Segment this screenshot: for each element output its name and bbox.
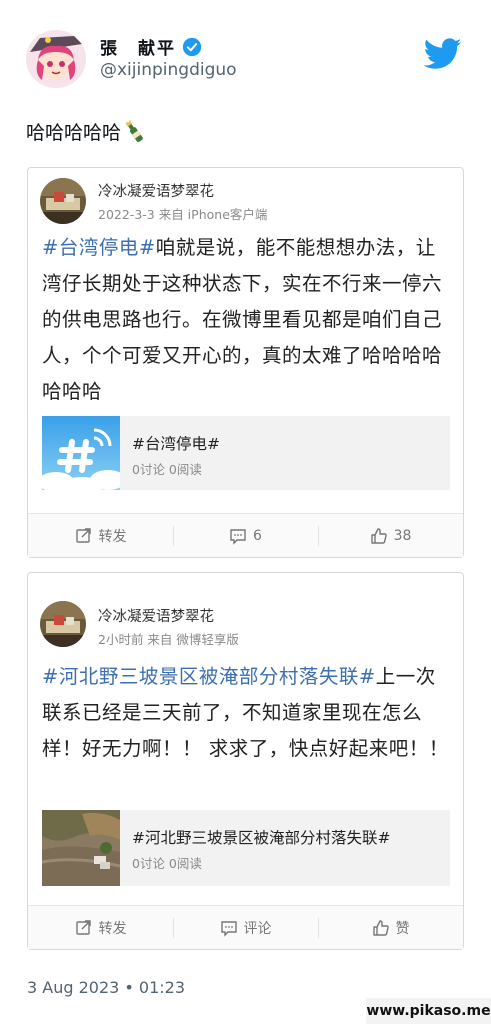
weibo-post-card[interactable]: 冷冰凝爱语梦翠花 2022-3-3 来自 iPhone客户端 #台湾停电#咱就是… (27, 167, 464, 558)
comment-icon (220, 920, 237, 937)
verified-badge-icon (182, 37, 202, 56)
weibo-user-avatar[interactable] (40, 601, 86, 647)
repost-label: 转发 (98, 528, 127, 545)
user-avatar[interactable] (26, 30, 86, 88)
post-meta: 2小时前 来自 微博轻享版 (98, 632, 239, 647)
hashtag-link[interactable]: #台湾停电# (42, 236, 156, 259)
topic-stats: 0讨论 0阅读 (132, 856, 202, 871)
repost-icon (75, 919, 91, 935)
post-actions: 转发 6 38 (28, 513, 463, 557)
flood-topic-image (42, 810, 120, 886)
post-body: #河北野三坡景区被淹部分村落失联#上一次联系已经是三天前了，不知道家里现在怎么样… (42, 659, 449, 767)
repost-icon (75, 527, 91, 543)
post-text: 咱就是说，能不能想想办法，让湾仔长期处于这种状态下，实在不行来一停六的供电思路也… (42, 236, 443, 403)
weibo-username[interactable]: 冷冰凝爱语梦翠花 (98, 180, 214, 201)
topic-card[interactable]: #河北野三坡景区被淹部分村落失联# 0讨论 0阅读 (42, 810, 450, 886)
thumbs-up-icon (372, 919, 389, 936)
weibo-user-avatar[interactable] (40, 178, 86, 224)
like-label: 赞 (395, 920, 410, 937)
topic-title[interactable]: #台湾停电# (132, 432, 220, 454)
repost-button[interactable]: 转发 (28, 514, 173, 557)
champagne-bottle-icon (126, 119, 143, 142)
topic-stats: 0讨论 0阅读 (132, 462, 202, 477)
tweet-header: 張 献平 @xijinpingdiguo (26, 26, 466, 90)
watermark: www.pikaso.me (366, 998, 491, 1024)
twitter-bird-icon[interactable] (424, 38, 462, 70)
hashtag-link[interactable]: #河北野三坡景区被淹部分村落失联# (42, 665, 376, 688)
tweet-text: 哈哈哈哈哈 (26, 118, 145, 145)
user-handle[interactable]: @xijinpingdiguo (100, 60, 237, 80)
comment-count: 6 (253, 527, 262, 544)
tweet-text-content: 哈哈哈哈哈 (26, 122, 122, 144)
post-actions: 转发 评论 赞 (28, 905, 463, 949)
display-name[interactable]: 張 献平 (100, 34, 176, 59)
hashtag-topic-image (42, 416, 120, 490)
topic-title[interactable]: #河北野三坡景区被淹部分村落失联# (132, 826, 390, 848)
post-body: #台湾停电#咱就是说，能不能想想办法，让湾仔长期处于这种状态下，实在不行来一停六… (42, 230, 449, 410)
name-row: 張 献平 (100, 34, 202, 59)
like-button[interactable]: 赞 (318, 906, 463, 949)
weibo-post-card[interactable]: 冷冰凝爱语梦翠花 2小时前 来自 微博轻享版 #河北野三坡景区被淹部分村落失联#… (27, 572, 464, 950)
comment-button[interactable]: 6 (173, 514, 318, 557)
post-meta: 2022-3-3 来自 iPhone客户端 (98, 207, 268, 222)
like-count: 38 (393, 527, 412, 544)
like-button[interactable]: 38 (318, 514, 463, 557)
comment-label: 评论 (243, 920, 272, 937)
weibo-username[interactable]: 冷冰凝爱语梦翠花 (98, 605, 214, 626)
tweet-timestamp[interactable]: 3 Aug 2023 • 01:23 (27, 978, 185, 997)
repost-label: 转发 (98, 920, 127, 937)
topic-card[interactable]: #台湾停电# 0讨论 0阅读 (42, 416, 450, 490)
comment-button[interactable]: 评论 (173, 906, 318, 949)
thumbs-up-icon (370, 527, 387, 544)
repost-button[interactable]: 转发 (28, 906, 173, 949)
comment-icon (230, 528, 246, 545)
